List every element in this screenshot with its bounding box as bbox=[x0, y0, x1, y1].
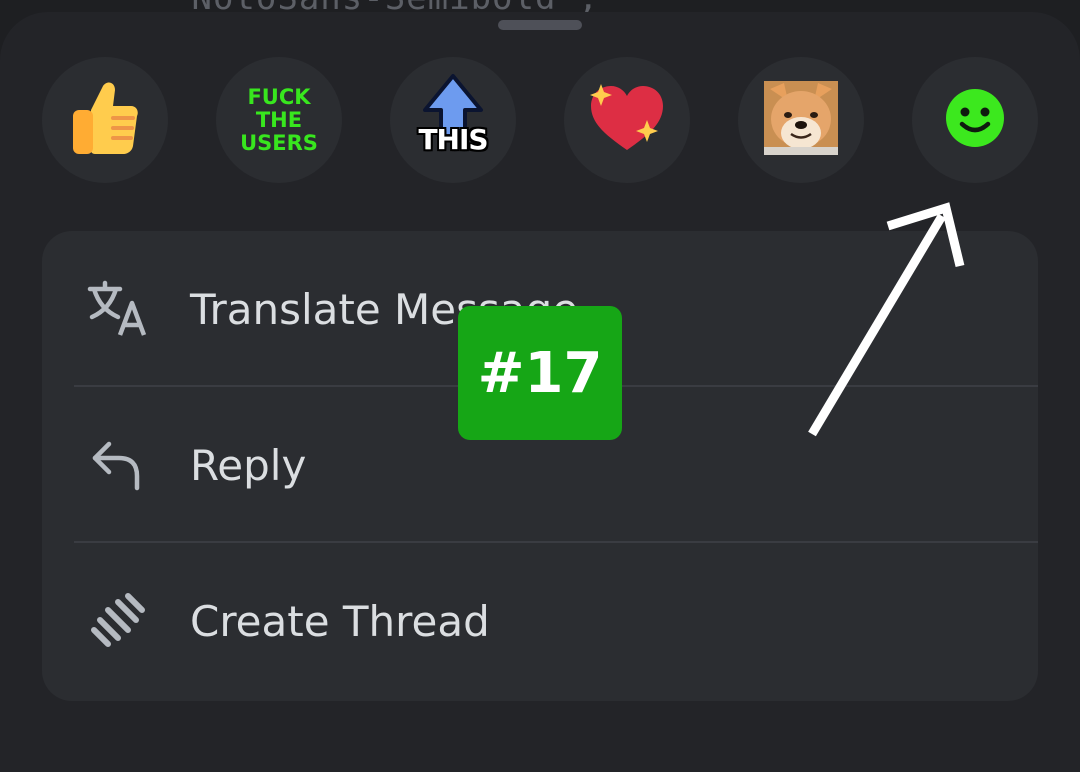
reaction-fuck-the-users-button[interactable]: FUCK THE USERS bbox=[216, 57, 342, 183]
translate-icon bbox=[82, 274, 152, 344]
add-reaction-button[interactable] bbox=[912, 57, 1038, 183]
create-thread-label: Create Thread bbox=[190, 596, 490, 646]
sheet-drag-handle[interactable] bbox=[498, 20, 582, 30]
reaction-thumbs-up-button[interactable] bbox=[42, 57, 168, 183]
reply-icon bbox=[82, 430, 152, 500]
reaction-this-button[interactable]: THIS bbox=[390, 57, 516, 183]
step-badge: #17 bbox=[458, 306, 622, 440]
this-upvote-emoji: THIS bbox=[403, 70, 503, 170]
sparkling-heart-icon bbox=[587, 82, 667, 158]
doge-icon bbox=[764, 81, 838, 159]
thread-icon bbox=[82, 586, 152, 656]
add-reaction-icon bbox=[945, 88, 1005, 152]
fuck-the-users-emoji: FUCK THE USERS bbox=[240, 84, 318, 155]
reply-label: Reply bbox=[190, 440, 307, 490]
annotation-arrow-icon bbox=[808, 202, 965, 437]
quick-reactions-row: FUCK THE USERS THIS bbox=[0, 57, 1080, 183]
reaction-doge-button[interactable] bbox=[738, 57, 864, 183]
thumbs-up-icon bbox=[69, 80, 141, 160]
reaction-sparkling-heart-button[interactable] bbox=[564, 57, 690, 183]
create-thread-item[interactable]: Create Thread bbox=[42, 543, 1038, 699]
